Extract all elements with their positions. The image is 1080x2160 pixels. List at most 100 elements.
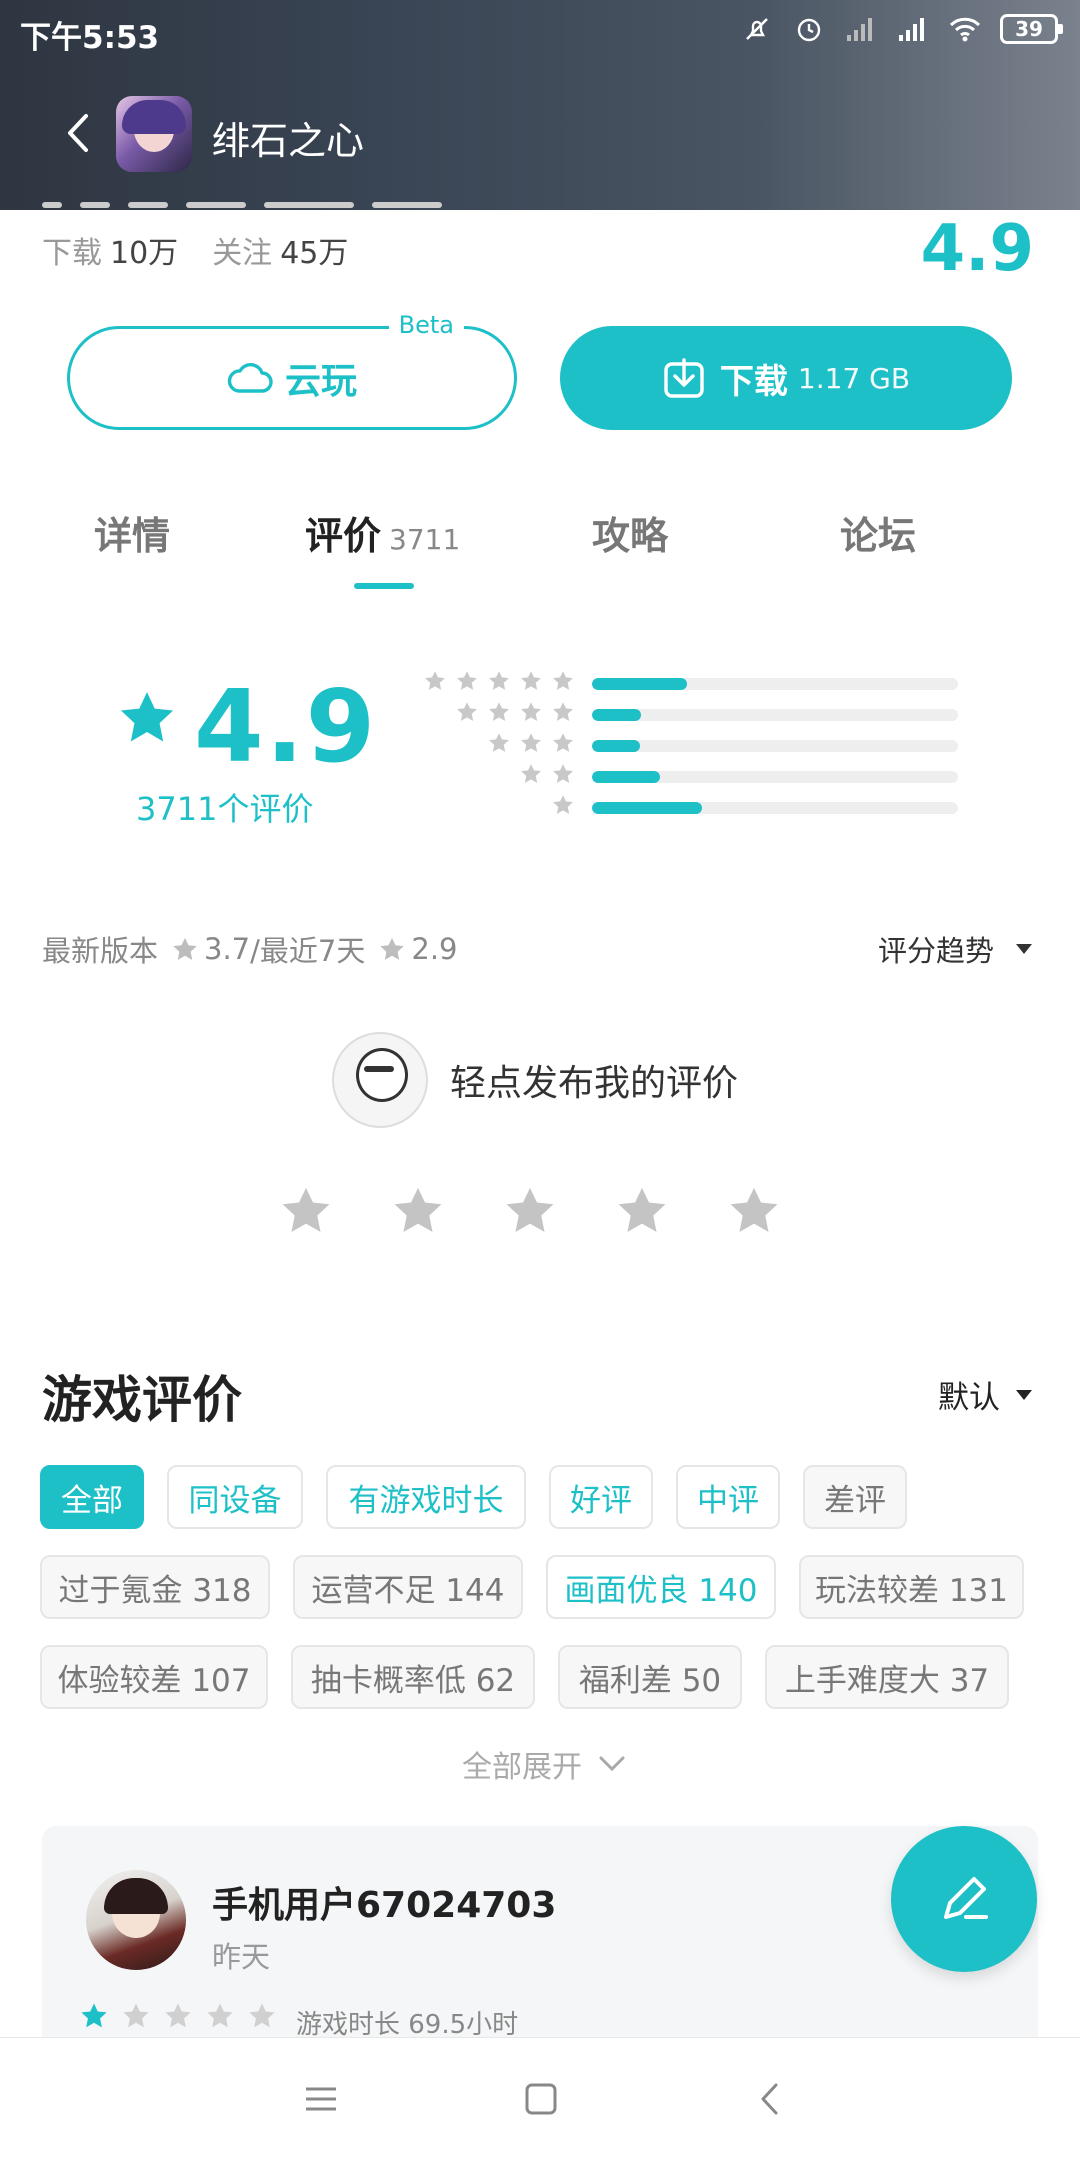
edit-pen-icon <box>944 1877 988 1919</box>
chevron-down-icon <box>1016 944 1032 954</box>
star-icon <box>521 702 541 721</box>
app-icon <box>116 96 192 172</box>
rating-bar <box>592 678 958 690</box>
tab-details-label: 详情 <box>94 514 171 558</box>
rate-star-1[interactable] <box>280 1186 332 1236</box>
rating-row-1-star <box>400 792 960 823</box>
star-icon <box>123 2003 149 2028</box>
follow-count: 45万 <box>280 236 349 271</box>
app-detail-page: 下午5:53 39 绯石之心 下载 10万 关注 45万 4.9 Beta 云玩… <box>0 0 1080 2160</box>
rating-bar-fill <box>592 771 660 783</box>
write-review-button[interactable] <box>891 1826 1037 1972</box>
star-icon <box>173 937 197 960</box>
rating-bar-fill <box>592 709 642 721</box>
star-icon <box>249 2003 275 2028</box>
star-icon <box>380 937 405 960</box>
sort-dropdown[interactable]: 默认 <box>938 1372 1032 1417</box>
tag-chip[interactable]: 玩法较差 131 <box>799 1555 1024 1619</box>
my-avatar <box>332 1032 428 1128</box>
tab-forum-label: 论坛 <box>840 514 917 558</box>
rating-row-stars <box>488 732 574 754</box>
beta-badge: Beta <box>388 311 464 339</box>
tag-chip[interactable]: 抽卡概率低 62 <box>291 1645 535 1709</box>
tab-reviews[interactable]: 评价 3711 <box>305 505 460 560</box>
rate-star-4[interactable] <box>616 1186 668 1236</box>
wifi-icon <box>948 12 982 46</box>
tab-details[interactable]: 详情 <box>94 505 170 560</box>
tag-chip[interactable]: 运营不足 144 <box>293 1555 523 1619</box>
recent-7-days-score: 2.9 <box>411 932 458 966</box>
rating-trend-label: 评分趋势 <box>877 934 994 968</box>
rate-star-3[interactable] <box>504 1186 556 1236</box>
rating-row-stars <box>424 670 574 692</box>
filter-all[interactable]: 全部 <box>40 1465 144 1529</box>
rate-star-2[interactable] <box>392 1186 444 1236</box>
latest-version-score: 3.7 <box>204 932 251 966</box>
rating-bar <box>592 709 958 721</box>
expand-all-link[interactable]: 全部展开 <box>462 1742 626 1786</box>
rating-row-stars <box>520 763 574 785</box>
star-icon <box>553 671 573 690</box>
filter-negative[interactable]: 差评 <box>803 1465 907 1529</box>
star-icon <box>425 671 445 690</box>
reviewer-avatar[interactable] <box>86 1870 186 1970</box>
tag-chip[interactable]: 福利差 50 <box>558 1645 742 1709</box>
chevron-down-icon <box>599 1756 625 1772</box>
latest-version-label: 最新版本 <box>42 934 159 968</box>
back-icon[interactable] <box>746 2074 796 2124</box>
tab-forum[interactable]: 论坛 <box>840 505 916 560</box>
tab-guides[interactable]: 攻略 <box>592 505 668 560</box>
tab-reviews-label: 评价 <box>305 514 382 558</box>
star-icon <box>553 764 573 783</box>
detail-tabs: 详情 评价 3711 攻略 论坛 <box>0 505 1080 589</box>
tag-chip[interactable]: 画面优良 140 <box>546 1555 776 1619</box>
menu-icon[interactable] <box>296 2074 346 2124</box>
rating-row-stars <box>456 701 574 723</box>
star-icon <box>521 671 541 690</box>
sort-label: 默认 <box>938 1380 1000 1416</box>
review-time: 昨天 <box>212 1940 271 1974</box>
tag-chip[interactable]: 过于氪金 318 <box>40 1555 270 1619</box>
star-icon <box>165 2003 191 2028</box>
publish-review-text: 轻点发布我的评价 <box>450 1063 739 1104</box>
back-arrow-icon[interactable] <box>54 108 104 158</box>
tab-reviews-count: 3711 <box>389 523 461 556</box>
status-icons: 39 <box>740 12 1063 46</box>
home-icon[interactable] <box>516 2074 566 2124</box>
download-button[interactable]: 下载 1.17 GB <box>560 326 1012 430</box>
filter-neutral[interactable]: 中评 <box>676 1465 780 1529</box>
reviewer-name[interactable]: 手机用户67024703 <box>212 1876 556 1928</box>
star-icon <box>489 671 509 690</box>
nav-bar: 绯石之心 <box>0 90 1080 180</box>
filter-has-playtime[interactable]: 有游戏时长 <box>326 1465 526 1529</box>
status-time: 下午5:53 <box>20 20 160 56</box>
publish-review-prompt[interactable]: 轻点发布我的评价 <box>332 1032 738 1128</box>
reviews-section-title: 游戏评价 <box>42 1371 242 1429</box>
review-stars <box>80 2002 276 2030</box>
system-nav-bar <box>0 2037 1080 2160</box>
expand-all-label: 全部展开 <box>462 1750 582 1785</box>
review-count: 3711个评价 <box>136 790 314 828</box>
filter-same-device[interactable]: 同设备 <box>167 1465 303 1529</box>
rate-star-5[interactable] <box>728 1186 780 1236</box>
star-icon <box>553 733 573 752</box>
rating-bar <box>592 740 958 752</box>
mute-icon <box>740 12 774 46</box>
filter-positive[interactable]: 好评 <box>549 1465 653 1529</box>
tag-chip[interactable]: 上手难度大 37 <box>765 1645 1009 1709</box>
average-score: 4.9 <box>194 668 378 785</box>
star-icon <box>457 671 477 690</box>
app-title: 绯石之心 <box>212 119 365 163</box>
follow-count-label: 关注 <box>212 236 273 271</box>
cloud-play-label: 云玩 <box>284 361 357 402</box>
rating-row-3-star <box>400 730 960 761</box>
rating-bar <box>592 771 958 783</box>
cloud-play-button[interactable]: Beta 云玩 <box>67 311 517 430</box>
tag-chip[interactable]: 体验较差 107 <box>40 1645 268 1709</box>
rating-row-4-star <box>400 699 960 730</box>
star-icon <box>457 702 477 721</box>
star-icon <box>521 764 541 783</box>
rating-row-2-star <box>400 761 960 792</box>
rating-trend-dropdown[interactable]: 评分趋势 <box>878 928 1032 970</box>
download-icon <box>664 358 704 398</box>
